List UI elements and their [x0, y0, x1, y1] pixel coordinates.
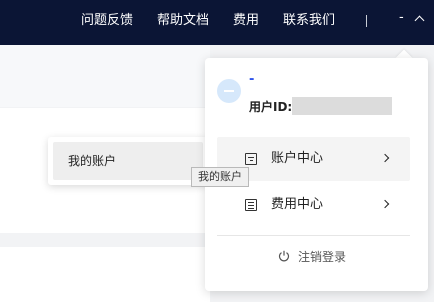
top-navbar: 问题反馈 帮助文档 费用 联系我们 - — [0, 0, 434, 45]
user-id-value — [292, 97, 392, 115]
dropdown-divider — [217, 235, 410, 236]
account-center-icon — [245, 153, 257, 165]
icon-stroke — [248, 205, 254, 206]
account-submenu: 我的账户 — [48, 137, 208, 185]
nav-pricing[interactable]: 费用 — [233, 12, 259, 30]
billing-center-icon — [245, 199, 257, 211]
nav-feedback[interactable]: 问题反馈 — [81, 12, 133, 30]
user-menu-trigger[interactable]: - — [399, 10, 404, 25]
nav-help-docs[interactable]: 帮助文档 — [157, 12, 209, 30]
chevron-up-icon[interactable] — [414, 15, 425, 26]
nav-divider — [366, 15, 367, 27]
power-icon — [278, 250, 290, 262]
icon-stroke — [249, 160, 253, 161]
logout-label: 注销登录 — [298, 250, 347, 264]
tooltip: 我的账户 — [191, 167, 249, 187]
menu-label-account-center: 账户中心 — [271, 151, 324, 166]
user-name: - — [249, 72, 255, 87]
icon-stroke — [248, 208, 254, 209]
icon-stroke — [248, 157, 254, 158]
chevron-right-icon — [380, 153, 390, 163]
icon-stroke — [248, 202, 254, 203]
content-panel-footer — [0, 247, 210, 302]
menu-item-billing-center[interactable]: 费用中心 — [217, 183, 410, 227]
avatar-placeholder-mark — [224, 90, 234, 92]
avatar — [217, 79, 241, 103]
user-id-label: 用户ID: — [249, 100, 293, 114]
submenu-item-my-account[interactable]: 我的账户 — [53, 142, 203, 180]
chevron-right-icon — [380, 199, 390, 209]
content-panel-header — [0, 45, 210, 107]
nav-contact[interactable]: 联系我们 — [283, 12, 335, 30]
menu-label-billing-center: 费用中心 — [271, 197, 324, 212]
